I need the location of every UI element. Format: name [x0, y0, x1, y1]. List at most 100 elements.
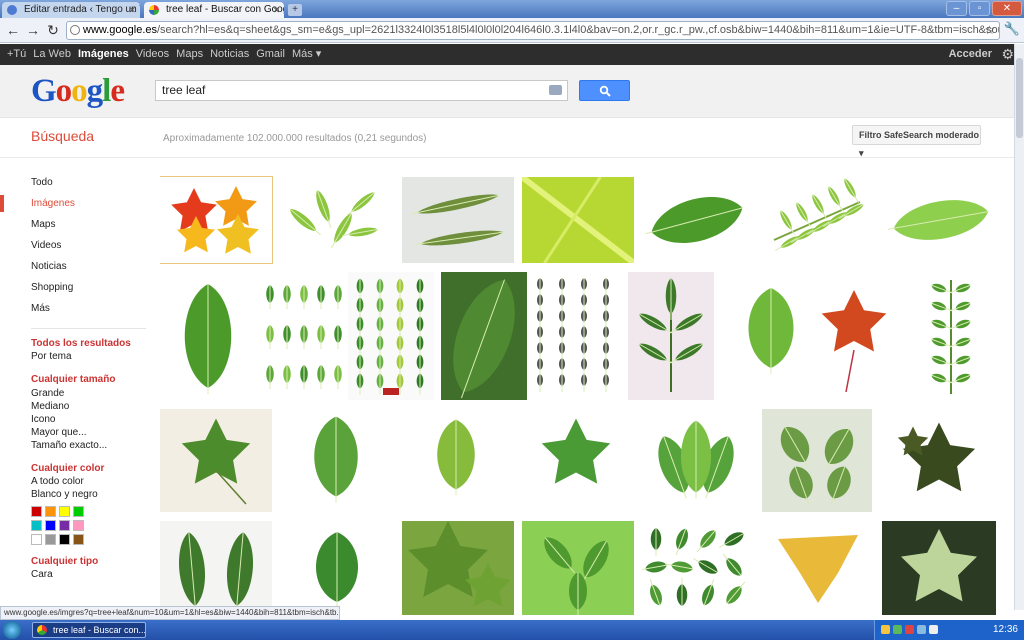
image-thumbnail[interactable]	[642, 177, 752, 263]
image-thumbnail[interactable]	[882, 521, 996, 615]
address-bar[interactable]: www.google.es/search?hl=es&q=sheet&gs_sm…	[66, 21, 1000, 40]
image-thumbnail[interactable]	[884, 177, 998, 263]
color-swatch[interactable]	[73, 520, 84, 531]
image-thumbnail[interactable]	[522, 521, 634, 615]
section-heading[interactable]: Cualquier color	[31, 462, 146, 475]
safesearch-dropdown[interactable]: Filtro SafeSearch moderado ▾	[852, 125, 981, 158]
sidebar-nav-item[interactable]: Todo	[31, 177, 146, 198]
filter-option[interactable]: Icono	[31, 413, 146, 426]
scrollbar-thumb[interactable]	[1016, 58, 1023, 138]
filter-option[interactable]: A todo color	[31, 475, 146, 488]
sidebar-nav-item[interactable]: Shopping	[31, 282, 146, 303]
maximize-button[interactable]: ▫	[969, 1, 990, 16]
sidebar-nav-item[interactable]: Más	[31, 303, 146, 324]
sidebar-nav-item[interactable]: Maps	[31, 219, 146, 240]
image-thumbnail[interactable]	[160, 521, 272, 615]
taskbar-chrome-window[interactable]: tree leaf - Buscar con...	[32, 622, 146, 638]
volume-icon[interactable]	[929, 625, 938, 634]
image-thumbnail[interactable]	[522, 177, 634, 263]
color-swatch[interactable]	[31, 520, 42, 531]
color-swatch[interactable]	[73, 534, 84, 545]
filter-option[interactable]: Mayor que...	[31, 426, 146, 439]
gbar-link[interactable]: Videos	[136, 44, 169, 65]
image-thumbnail[interactable]	[882, 409, 996, 512]
filter-option[interactable]: Grande	[31, 387, 146, 400]
image-thumbnail[interactable]	[628, 272, 714, 400]
image-thumbnail[interactable]	[726, 272, 816, 400]
color-swatch[interactable]	[59, 506, 70, 517]
image-thumbnail[interactable]	[906, 272, 996, 400]
image-thumbnail[interactable]	[280, 521, 394, 615]
color-swatch[interactable]	[59, 534, 70, 545]
wrench-icon[interactable]: 🔧	[1004, 21, 1020, 37]
filter-option[interactable]: Tamaño exacto...	[31, 439, 146, 452]
bookmark-star-icon[interactable]: ☆	[984, 22, 995, 39]
color-swatch[interactable]	[45, 520, 56, 531]
gbar-link[interactable]: Más ▾	[292, 44, 321, 65]
tab-google-search[interactable]: tree leaf - Buscar con Google ✕	[144, 2, 284, 18]
filter-option[interactable]: Mediano	[31, 400, 146, 413]
gear-icon[interactable]: ⚙	[1001, 45, 1014, 64]
search-button[interactable]	[579, 80, 630, 101]
image-thumbnail[interactable]	[441, 272, 527, 400]
image-thumbnail[interactable]	[160, 409, 272, 512]
sidebar-nav-item[interactable]: Noticias	[31, 261, 146, 282]
section-heading[interactable]: Cualquier tamaño	[31, 373, 146, 386]
color-swatch[interactable]	[45, 506, 56, 517]
camera-icon[interactable]	[549, 85, 562, 95]
filter-option[interactable]: Blanco y negro	[31, 488, 146, 501]
start-button[interactable]	[3, 621, 21, 639]
color-swatch[interactable]	[45, 534, 56, 545]
gbar-link[interactable]: Noticias	[210, 44, 249, 65]
minimize-button[interactable]: ‒	[946, 1, 967, 16]
search-input[interactable]: tree leaf	[155, 80, 568, 101]
back-button[interactable]: ←	[4, 21, 22, 39]
close-tab-icon[interactable]: ✕	[128, 2, 136, 18]
image-thumbnail[interactable]	[762, 521, 874, 615]
gbar-link[interactable]: Maps	[176, 44, 203, 65]
reload-button[interactable]: ↻	[44, 21, 62, 39]
image-thumbnail[interactable]	[402, 177, 514, 263]
image-thumbnail[interactable]	[280, 409, 392, 512]
close-window-button[interactable]: ✕	[992, 1, 1022, 16]
close-tab-icon[interactable]: ✕	[272, 2, 280, 18]
vertical-scrollbar[interactable]	[1014, 44, 1024, 610]
forward-button[interactable]: →	[24, 21, 42, 39]
section-heading[interactable]: Todos los resultados	[31, 337, 146, 350]
section-heading[interactable]: Cualquier tipo	[31, 555, 146, 568]
color-swatch[interactable]	[59, 520, 70, 531]
tray-app-icon[interactable]	[905, 625, 914, 634]
gbar-link[interactable]: +Tú	[7, 44, 26, 65]
image-thumbnail[interactable]	[276, 177, 390, 263]
filter-option[interactable]: Por tema	[31, 350, 146, 363]
gbar-link[interactable]: Gmail	[256, 44, 285, 65]
color-swatch[interactable]	[31, 506, 42, 517]
image-thumbnail[interactable]	[400, 409, 512, 512]
color-swatch[interactable]	[73, 506, 84, 517]
image-thumbnail[interactable]	[762, 177, 870, 263]
filter-option[interactable]: Cara	[31, 568, 146, 581]
sidebar-nav-item[interactable]: Imágenes	[31, 198, 146, 219]
image-thumbnail[interactable]	[530, 272, 620, 400]
shield-icon[interactable]	[881, 625, 890, 634]
image-thumbnail[interactable]	[762, 409, 872, 512]
image-thumbnail[interactable]	[256, 272, 346, 400]
image-thumbnail[interactable]	[640, 409, 752, 512]
network-icon[interactable]	[917, 625, 926, 634]
tab-editar-entrada[interactable]: Editar entrada ‹ Tengo un TIC ✕	[2, 2, 140, 18]
google-logo[interactable]: Google	[31, 73, 125, 110]
antivirus-icon[interactable]	[893, 625, 902, 634]
color-swatch[interactable]	[31, 534, 42, 545]
image-thumbnail[interactable]	[160, 176, 273, 264]
sidebar-nav-item[interactable]: Videos	[31, 240, 146, 261]
gbar-link[interactable]: Imágenes	[78, 44, 129, 65]
image-thumbnail[interactable]	[642, 521, 754, 615]
new-tab-button[interactable]: +	[288, 4, 302, 16]
image-thumbnail[interactable]	[402, 521, 514, 615]
image-thumbnail[interactable]	[810, 272, 898, 400]
image-thumbnail[interactable]	[160, 272, 256, 400]
gbar-link[interactable]: La Web	[33, 44, 71, 65]
image-thumbnail[interactable]	[520, 409, 632, 512]
image-thumbnail[interactable]	[348, 272, 434, 400]
sign-in-link[interactable]: Acceder	[949, 44, 992, 65]
